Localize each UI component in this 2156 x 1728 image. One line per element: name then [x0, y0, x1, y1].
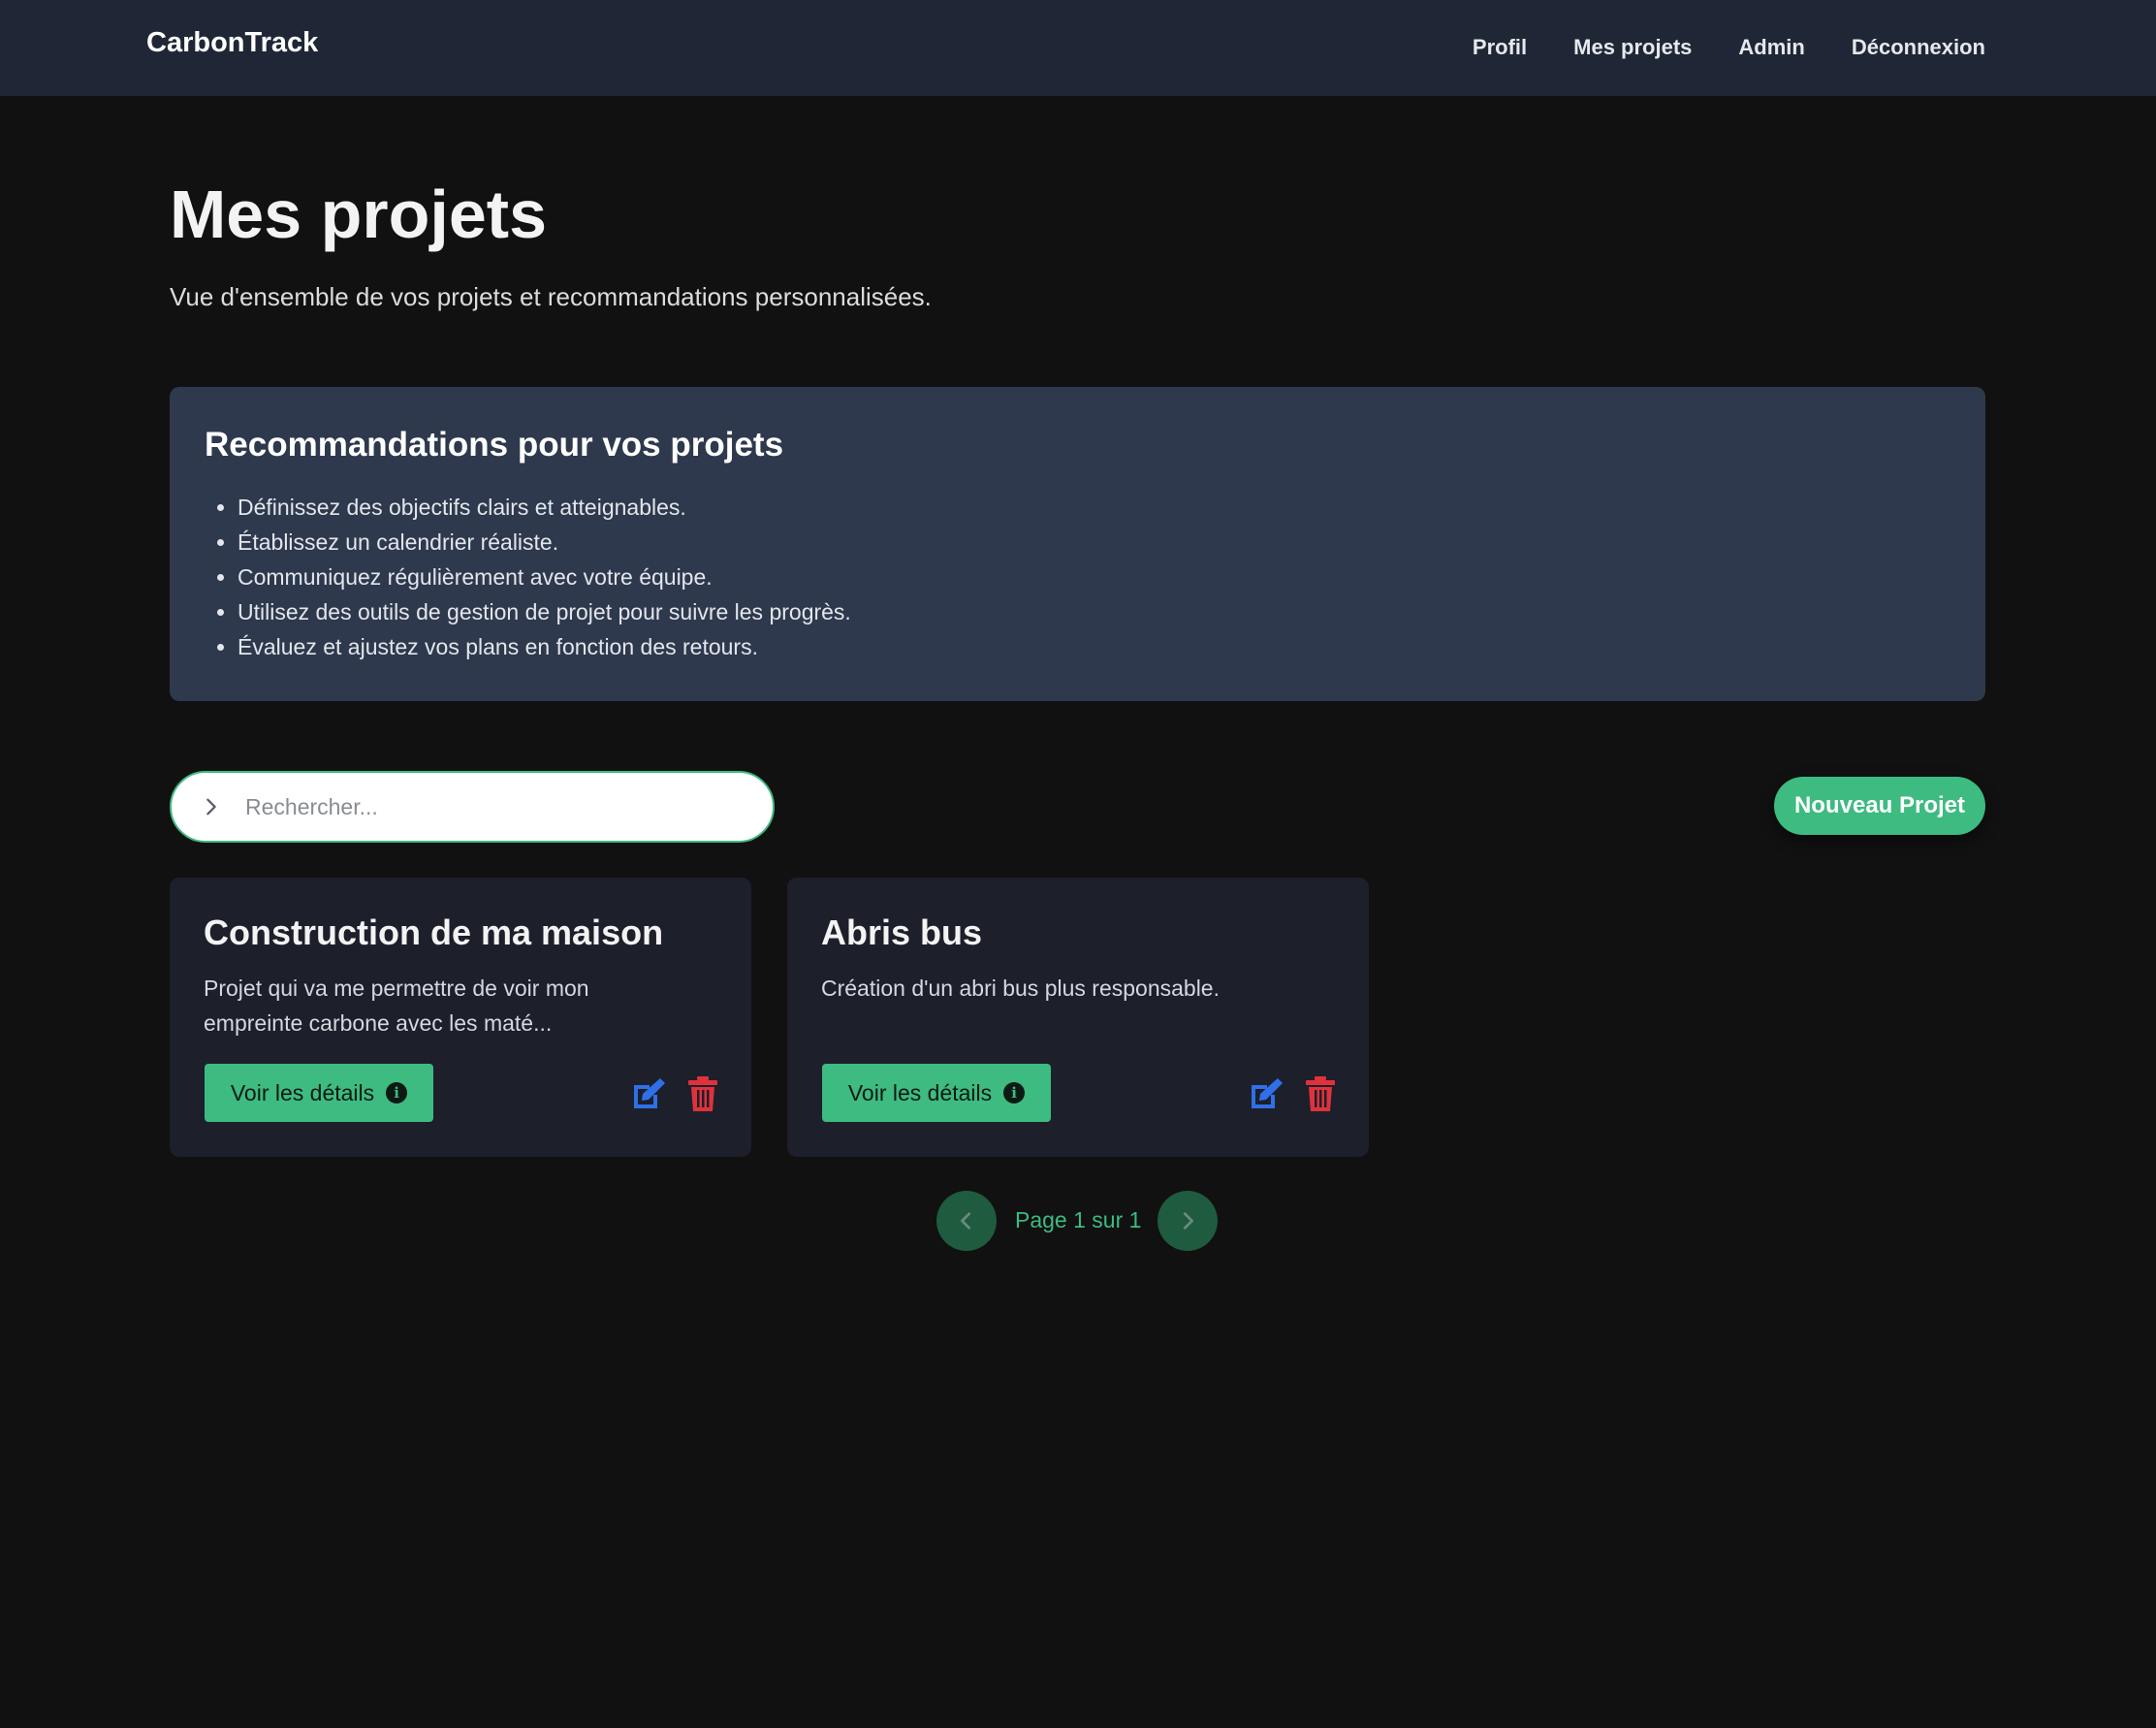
project-title: Abris bus: [821, 912, 983, 952]
previous-page-button[interactable]: [936, 1191, 997, 1251]
pagination-text: Page 1 sur 1: [1015, 1207, 1142, 1232]
brand-logo[interactable]: CarbonTrack: [146, 27, 318, 59]
nav-link-mes-projets[interactable]: Mes projets: [1573, 35, 1692, 60]
info-circle-icon: i: [386, 1082, 408, 1104]
chevron-right-icon: [206, 798, 216, 816]
recommendations-title: Recommandations pour vos projets: [205, 426, 784, 464]
next-page-button[interactable]: [1157, 1191, 1218, 1251]
view-details-button[interactable]: Voir les détails i: [205, 1064, 433, 1122]
new-project-button[interactable]: Nouveau Projet: [1774, 777, 1985, 835]
nav-links: Profil Mes projets Admin Déconnexion: [1473, 35, 1985, 60]
recommendation-item: Définissez des objectifs clairs et attei…: [238, 490, 1950, 525]
page-title: Mes projets: [170, 176, 547, 252]
recommendation-item: Communiquez régulièrement avec votre équ…: [238, 560, 1950, 594]
project-description: Projet qui va me permettre de voir mon e…: [204, 976, 589, 1036]
trash-icon[interactable]: [687, 1075, 718, 1112]
project-card: Construction de ma maison Projet qui va …: [170, 878, 751, 1157]
info-circle-icon: i: [1003, 1082, 1026, 1104]
nav-link-deconnexion[interactable]: Déconnexion: [1852, 35, 1985, 60]
recommendation-item: Utilisez des outils de gestion de projet…: [238, 594, 1950, 629]
chevron-left-icon: [961, 1212, 971, 1230]
recommendations-list: Définissez des objectifs clairs et attei…: [205, 490, 1950, 664]
navbar: CarbonTrack Profil Mes projets Admin Déc…: [0, 0, 2156, 96]
view-details-label: Voir les détails: [230, 1079, 375, 1105]
recommendation-item: Évaluez et ajustez vos plans en fonction…: [238, 629, 1950, 664]
nav-link-profil[interactable]: Profil: [1473, 35, 1527, 60]
view-details-label: Voir les détails: [847, 1079, 993, 1105]
recommendations-panel: Recommandations pour vos projets Définis…: [170, 387, 1985, 701]
project-description: Création d'un abri bus plus responsable.: [821, 976, 1220, 1001]
edit-icon[interactable]: [1248, 1075, 1284, 1112]
chevron-right-icon: [1183, 1212, 1193, 1230]
project-card: Abris bus Création d'un abri bus plus re…: [787, 878, 1369, 1157]
search-bar: [170, 771, 775, 843]
view-details-button[interactable]: Voir les détails i: [822, 1064, 1051, 1122]
search-input[interactable]: [243, 792, 728, 821]
nav-link-admin[interactable]: Admin: [1738, 35, 1804, 60]
trash-icon[interactable]: [1305, 1075, 1336, 1112]
project-title: Construction de ma maison: [204, 912, 664, 952]
recommendation-item: Établissez un calendrier réaliste.: [238, 525, 1950, 560]
page-subtitle: Vue d'ensemble de vos projets et recomma…: [170, 282, 932, 311]
edit-icon[interactable]: [630, 1075, 667, 1112]
